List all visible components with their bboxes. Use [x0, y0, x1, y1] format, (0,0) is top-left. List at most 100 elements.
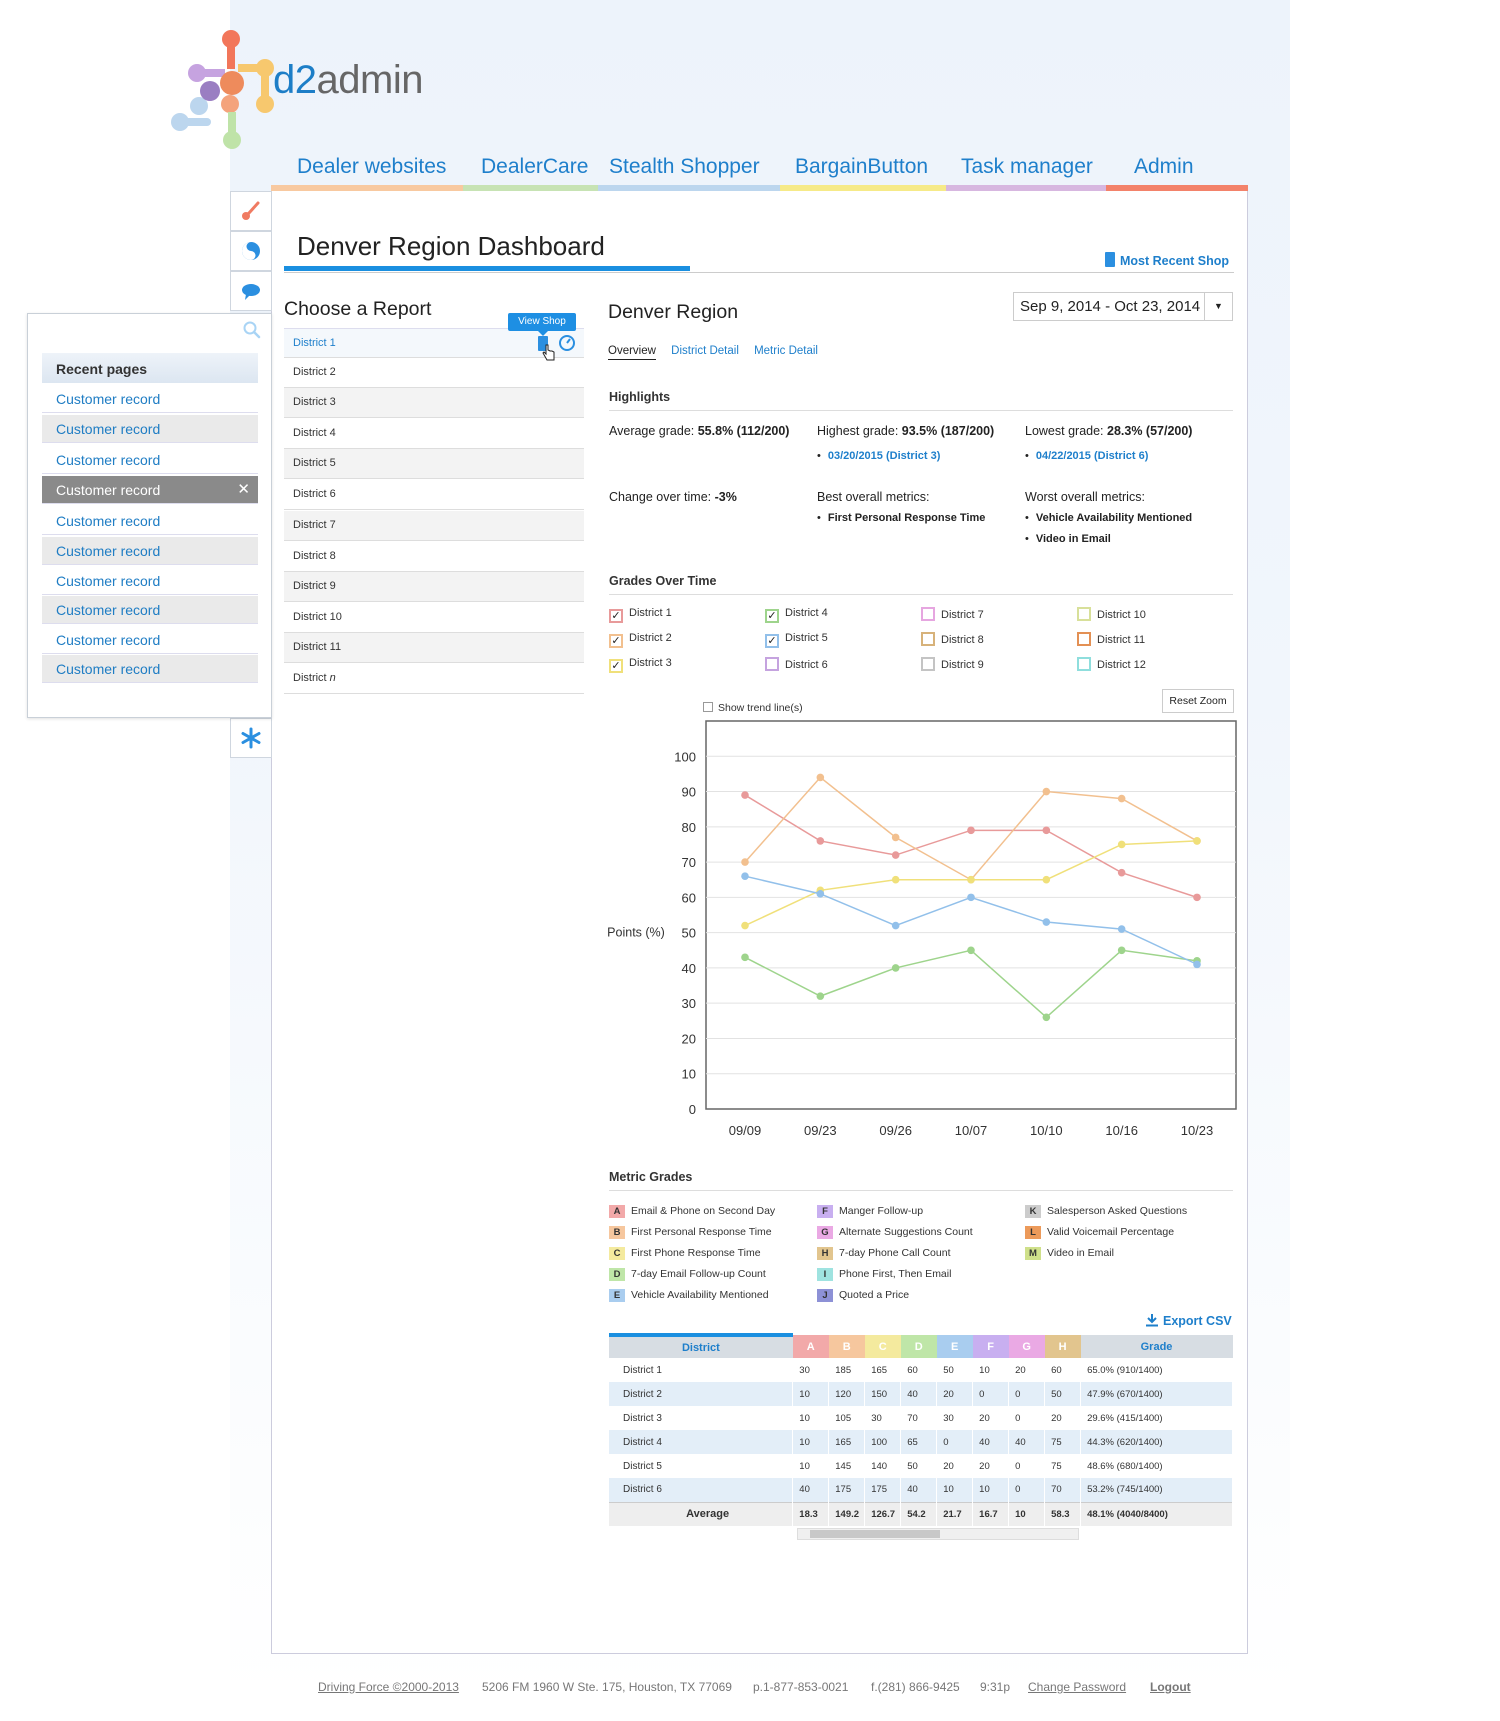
district-row[interactable]: District n [284, 664, 584, 694]
change-password-link[interactable]: Change Password [1028, 1680, 1126, 1694]
sidebar-tab-brush[interactable] [230, 191, 272, 231]
search-icon[interactable] [242, 320, 262, 340]
table-cell: 60 [900, 1358, 938, 1382]
recent-item[interactable]: Customer record [42, 537, 258, 565]
legend-item[interactable]: District 9 [921, 657, 984, 671]
recent-item[interactable]: Customer record [42, 446, 258, 474]
recent-item[interactable]: Customer record [42, 596, 258, 624]
gauge-icon[interactable] [558, 334, 576, 352]
region-title: Denver Region [608, 301, 739, 323]
column-header[interactable]: D [900, 1335, 937, 1358]
recent-item[interactable]: Customer record [42, 567, 258, 595]
legend-item[interactable]: ✓ District 3 [609, 657, 672, 673]
metric-legend-item: H 7-day Phone Call Count [817, 1247, 951, 1260]
legend-item[interactable]: District 10 [1077, 607, 1146, 621]
y-tick-label: 20 [682, 1031, 696, 1046]
recent-item[interactable]: Customer record [42, 655, 258, 683]
scrollbar-thumb[interactable] [810, 1530, 940, 1538]
nav-bargainbutton[interactable]: BargainButton [795, 155, 928, 179]
nav-dealer-websites[interactable]: Dealer websites [297, 155, 446, 179]
district-row[interactable]: District 8 [284, 542, 584, 572]
checkbox-checked-icon: ✓ [609, 659, 623, 673]
close-icon[interactable]: ✕ [237, 480, 250, 498]
recent-item[interactable]: Customer record [42, 415, 258, 443]
sidebar-tab-yin-yang[interactable] [230, 231, 272, 271]
legend-label: District 3 [629, 657, 672, 669]
district-row[interactable]: District 9 [284, 572, 584, 602]
most-recent-shop-link[interactable]: Most Recent Shop [1105, 252, 1229, 268]
legend-item[interactable]: District 8 [921, 632, 984, 646]
table-cell: 100 [864, 1430, 902, 1454]
tab-metric-detail[interactable]: Metric Detail [754, 345, 818, 357]
district-row[interactable]: District 2 [284, 358, 584, 388]
recent-item[interactable]: Customer record [42, 385, 258, 413]
tab-district-detail[interactable]: District Detail [671, 345, 739, 357]
nav-dealercare[interactable]: DealerCare [481, 155, 588, 179]
district-row[interactable]: District 6 [284, 480, 584, 510]
y-tick-label: 60 [682, 890, 696, 905]
column-header[interactable]: H [1044, 1335, 1081, 1358]
district-row[interactable]: District 11 [284, 633, 584, 663]
legend-item[interactable]: District 6 [765, 657, 828, 671]
legend-item[interactable]: ✓ District 5 [765, 632, 828, 648]
logout-link[interactable]: Logout [1150, 1680, 1191, 1694]
title-underline [284, 266, 690, 271]
district-row[interactable]: District 7 [284, 511, 584, 541]
column-header[interactable]: B [828, 1335, 865, 1358]
metric-grades-table: District A B C D E F G H Grade District 1 30 185 165… [609, 1333, 1233, 1526]
district-row[interactable]: District 10 [284, 603, 584, 633]
recent-item-selected[interactable]: Customer record ✕ [42, 476, 258, 504]
recent-item[interactable]: Customer record [42, 626, 258, 654]
column-header[interactable]: E [936, 1335, 973, 1358]
tab-overview[interactable]: Overview [608, 345, 656, 360]
data-point [1193, 837, 1201, 845]
column-header[interactable]: A [792, 1335, 829, 1358]
footer-copyright[interactable]: Driving Force ©2000-2013 [318, 1680, 459, 1694]
metric-label: Salesperson Asked Questions [1047, 1205, 1188, 1217]
district-row[interactable]: District 5 [284, 449, 584, 479]
legend-item[interactable]: ✓ District 4 [765, 607, 828, 623]
sidebar-tab-chat[interactable] [230, 271, 272, 311]
nav-stealth-shopper[interactable]: Stealth Shopper [609, 155, 760, 179]
column-header[interactable]: G [1008, 1335, 1045, 1358]
district-row[interactable]: District 3 [284, 388, 584, 418]
column-header[interactable]: District [609, 1333, 793, 1358]
nav-task-manager[interactable]: Task manager [961, 155, 1093, 179]
recent-item[interactable]: Customer record [42, 507, 258, 535]
legend-item[interactable]: District 11 [1077, 632, 1145, 646]
legend-label: District 6 [785, 659, 828, 671]
metric-key-badge: H [817, 1247, 833, 1260]
table-scrollbar[interactable] [797, 1528, 1079, 1540]
lowest-grade: Lowest grade: 28.3% (57/200) [1025, 424, 1193, 438]
table-cell: 58.3 [1044, 1501, 1082, 1526]
column-header[interactable]: Grade [1080, 1335, 1233, 1358]
legend-item[interactable]: ✓ District 2 [609, 632, 672, 648]
legend-item[interactable]: District 7 [921, 607, 984, 621]
legend-item[interactable]: District 12 [1077, 657, 1146, 671]
sidebar-tab-asterisk[interactable] [230, 718, 272, 758]
legend-item[interactable]: ✓ District 1 [609, 607, 672, 623]
table-cell: 10 [792, 1382, 830, 1406]
export-csv-link[interactable]: Export CSV [1145, 1313, 1232, 1328]
column-header[interactable]: F [972, 1335, 1009, 1358]
metric-label: Valid Voicemail Percentage [1047, 1226, 1175, 1238]
table-cell: 60 [1044, 1358, 1082, 1382]
book-icon [1105, 252, 1115, 267]
reset-zoom-button[interactable]: Reset Zoom [1162, 689, 1234, 713]
table-cell: 48.1% (4040/8400) [1080, 1501, 1233, 1526]
highest-grade-link[interactable]: 03/20/2015 (District 3) [817, 450, 941, 462]
checkbox-icon [921, 632, 935, 646]
chevron-down-icon[interactable]: ▼ [1204, 293, 1232, 320]
show-trend-checkbox[interactable]: Show trend line(s) [703, 702, 803, 714]
column-header[interactable]: C [864, 1335, 901, 1358]
district-row[interactable]: District 4 [284, 419, 584, 449]
data-point [1042, 918, 1051, 926]
nav-admin[interactable]: Admin [1134, 155, 1194, 179]
table-cell: 18.3 [792, 1501, 830, 1526]
data-point [891, 833, 900, 842]
date-range-select[interactable]: Sep 9, 2014 - Oct 23, 2014 ▼ [1013, 292, 1233, 321]
grades-line-chart[interactable]: 0 10 20 30 40 50 60 70 80 90 100 09/09 09/23 09/26 10/… [605, 715, 1245, 1145]
lowest-grade-link[interactable]: 04/22/2015 (District 6) [1025, 450, 1149, 462]
data-point [1042, 1013, 1051, 1022]
table-cell: 175 [864, 1478, 902, 1502]
